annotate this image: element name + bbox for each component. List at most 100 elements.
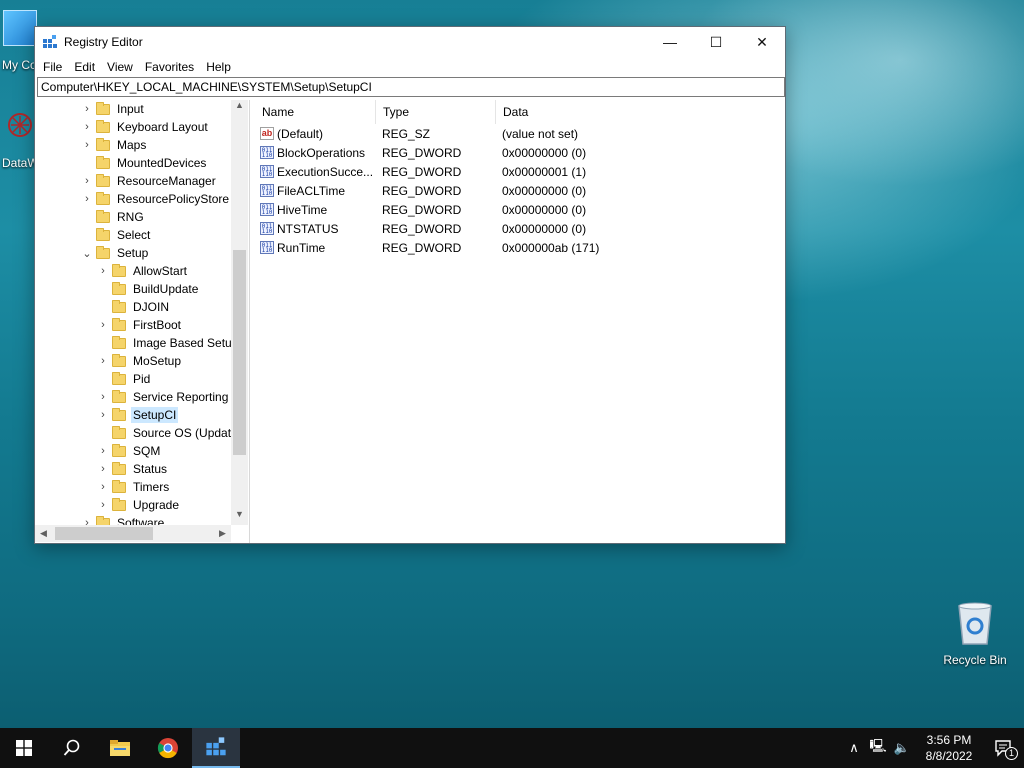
scroll-left-icon[interactable]: ◀ (35, 525, 52, 542)
tree-item[interactable]: › SetupCI (97, 406, 179, 424)
tree-item[interactable]: › ResourceManager (81, 172, 218, 190)
value-type: REG_SZ (382, 126, 431, 141)
chevron-right-icon[interactable]: › (97, 481, 109, 493)
tree-item[interactable]: › Keyboard Layout (81, 118, 210, 136)
tree-item[interactable]: › Input (81, 100, 146, 118)
taskbar: ∧ 🖳 🔈 3:56 PM 8/8/2022 1 (0, 728, 1024, 768)
file-explorer-button[interactable] (96, 728, 144, 768)
tree-item[interactable]: › ResourcePolicyStore (81, 190, 231, 208)
value-name-cell: 011 110 ExecutionSucce... (255, 165, 376, 179)
value-row[interactable]: ab (Default) REG_SZ (value not set) (255, 124, 785, 143)
desktop-icon-recycle-bin[interactable]: Recycle Bin (938, 600, 1012, 667)
chevron-right-icon[interactable]: › (97, 391, 109, 403)
value-row[interactable]: 011 110 NTSTATUS REG_DWORD 0x00000000 (0) (255, 219, 785, 238)
chevron-up-icon[interactable]: ∧ (842, 740, 866, 756)
column-header-type[interactable]: Type (376, 100, 496, 124)
address-bar[interactable]: Computer\HKEY_LOCAL_MACHINE\SYSTEM\Setup… (37, 77, 785, 97)
column-header-name[interactable]: Name (255, 100, 376, 124)
chevron-right-icon[interactable]: › (81, 193, 93, 205)
tree-item-label: Image Based Setup (133, 336, 239, 350)
tree-item[interactable]: DJOIN (97, 298, 171, 316)
folder-icon (112, 335, 126, 349)
chrome-button[interactable] (144, 728, 192, 768)
menu-view[interactable]: View (101, 60, 139, 74)
maximize-button[interactable]: ☐ (693, 27, 739, 57)
network-icon[interactable]: 🖳 (866, 737, 890, 759)
chevron-right-icon[interactable]: › (81, 139, 93, 151)
notification-center-button[interactable]: 1 (984, 728, 1024, 768)
scroll-up-icon[interactable]: ▲ (231, 100, 248, 110)
desktop-icon-label: Recycle Bin (943, 653, 1007, 667)
chevron-right-icon[interactable]: › (97, 355, 109, 367)
column-headers: Name Type Data (255, 100, 785, 124)
chevron-right-icon[interactable]: › (81, 103, 93, 115)
menu-edit[interactable]: Edit (68, 60, 101, 74)
column-header-data[interactable]: Data (496, 100, 646, 124)
value-row[interactable]: 011 110 BlockOperations REG_DWORD 0x00000000… (255, 143, 785, 162)
tree-item-label: AllowStart (133, 264, 188, 278)
chevron-right-icon[interactable]: › (97, 409, 109, 421)
tree-item[interactable]: › FirstBoot (97, 316, 183, 334)
tree-item[interactable]: Image Based Setup (97, 334, 240, 352)
value-row[interactable]: 011 110 FileACLTime REG_DWORD 0x00000000 (0) (255, 181, 785, 200)
title-bar[interactable]: Registry Editor — ☐ ✕ (35, 27, 785, 57)
clock[interactable]: 3:56 PM 8/8/2022 (914, 732, 984, 764)
tree-item-label: SetupCI (131, 407, 179, 423)
tree-horizontal-scrollbar[interactable]: ◀ ▶ (35, 525, 231, 542)
notification-badge: 1 (1005, 747, 1018, 760)
value-row[interactable]: 011 110 ExecutionSucce... REG_DWORD 0x000000… (255, 162, 785, 181)
chevron-right-icon[interactable]: › (97, 463, 109, 475)
tree-item-label: Status (133, 462, 168, 476)
tree-item[interactable]: › Upgrade (97, 496, 181, 514)
chevron-right-icon[interactable]: › (97, 319, 109, 331)
tree-item[interactable]: › Service Reporting A (97, 388, 241, 406)
start-button[interactable] (0, 728, 48, 768)
tree-item[interactable]: › Status (97, 460, 169, 478)
registry-editor-taskbar-button[interactable] (192, 728, 240, 768)
chevron-right-icon[interactable]: › (81, 121, 93, 133)
menu-help[interactable]: Help (200, 60, 237, 74)
folder-icon (110, 740, 130, 756)
tree-item[interactable]: BuildUpdate (97, 280, 200, 298)
value-name: FileACLTime (277, 183, 346, 198)
value-row[interactable]: 011 110 HiveTime REG_DWORD 0x00000000 (0) (255, 200, 785, 219)
value-data: (value not set) (502, 126, 579, 141)
value-name-cell: 011 110 BlockOperations (255, 146, 376, 160)
tree-item[interactable]: Pid (97, 370, 152, 388)
chevron-right-icon[interactable]: › (97, 499, 109, 511)
tree-item-label: DJOIN (133, 300, 169, 314)
chevron-right-icon[interactable]: › (97, 265, 109, 277)
tree-vertical-scrollbar[interactable]: ▲ ▼ (231, 100, 248, 525)
tree-item[interactable]: › SQM (97, 442, 162, 460)
tree-item[interactable]: › AllowStart (97, 262, 189, 280)
tree-item[interactable]: › Timers (97, 478, 171, 496)
tree-item[interactable]: ⌄ Setup (81, 244, 150, 262)
tree-item[interactable]: › MoSetup (97, 352, 183, 370)
tree-item[interactable]: › Maps (81, 136, 148, 154)
volume-icon[interactable]: 🔈 (890, 740, 914, 756)
value-data: 0x00000000 (0) (502, 202, 587, 217)
chevron-down-icon[interactable]: ⌄ (81, 247, 93, 260)
chevron-right-icon[interactable]: › (97, 445, 109, 457)
tree-item-label: MountedDevices (117, 156, 207, 170)
clock-date: 8/8/2022 (925, 749, 973, 763)
scroll-right-icon[interactable]: ▶ (214, 525, 231, 542)
scroll-down-icon[interactable]: ▼ (231, 509, 248, 519)
scrollbar-thumb[interactable] (55, 527, 153, 540)
system-tray: ∧ 🖳 🔈 3:56 PM 8/8/2022 1 (842, 728, 1024, 768)
minimize-button[interactable]: — (647, 27, 693, 57)
tree-item[interactable]: Select (81, 226, 152, 244)
tree-item[interactable]: MountedDevices (81, 154, 208, 172)
tree-item[interactable]: Source OS (Update (97, 424, 240, 442)
close-button[interactable]: ✕ (739, 27, 785, 57)
chevron-right-icon[interactable]: › (81, 175, 93, 187)
tree-item[interactable]: RNG (81, 208, 146, 226)
value-data: 0x000000ab (171) (502, 240, 600, 255)
value-name: HiveTime (277, 202, 328, 217)
menu-favorites[interactable]: Favorites (139, 60, 200, 74)
scrollbar-thumb[interactable] (233, 250, 246, 455)
menu-file[interactable]: File (37, 60, 68, 74)
value-row[interactable]: 011 110 RunTime REG_DWORD 0x000000ab (171) (255, 238, 785, 257)
chrome-icon (157, 738, 178, 759)
search-button[interactable] (48, 728, 96, 768)
